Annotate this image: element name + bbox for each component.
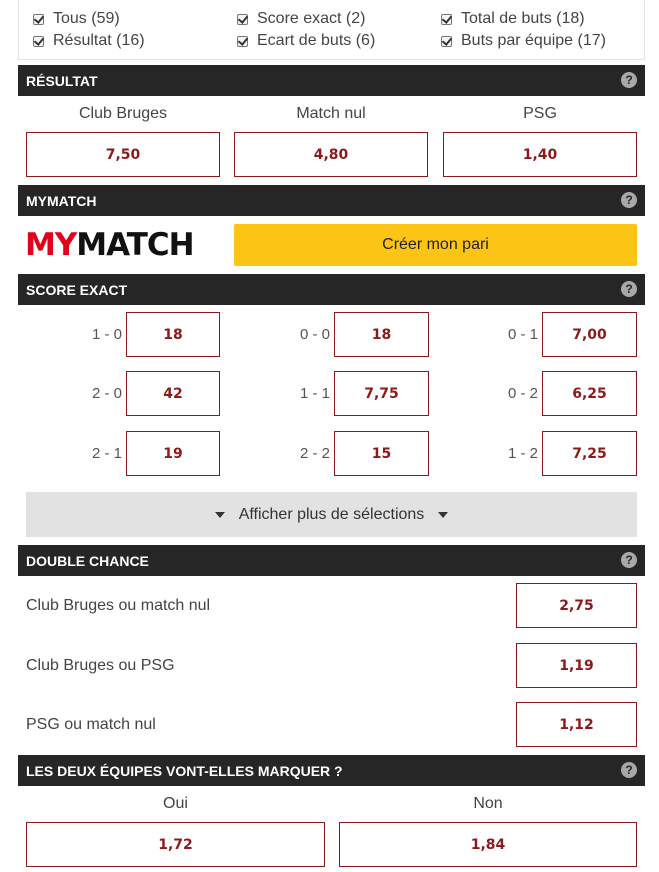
checkbox-checked-icon[interactable] — [33, 35, 44, 47]
odd-button-score[interactable]: 7,00 — [542, 312, 637, 357]
section-header-double-chance[interactable]: DOUBLE CHANCE ? — [18, 545, 645, 576]
score-label: 0 - 1 — [507, 326, 538, 343]
checkbox-checked-icon[interactable] — [441, 35, 452, 47]
section-title: MYMATCH — [26, 192, 97, 209]
show-more-selections-button[interactable]: Afficher plus de sélections — [26, 492, 637, 537]
market-filter-panel: Tous (59) Résultat (16) Score exact (2) … — [18, 0, 645, 60]
score-label: 1 - 0 — [91, 326, 122, 343]
filter-label: Résultat (16) — [53, 32, 145, 49]
help-icon[interactable]: ? — [621, 762, 637, 778]
filter-ecart-de-buts[interactable]: Ecart de buts (6) — [237, 31, 375, 51]
odd-button-score[interactable]: 6,25 — [542, 371, 637, 416]
filter-label: Total de buts (18) — [461, 10, 585, 27]
filter-label: Buts par équipe (17) — [461, 32, 606, 49]
score-label: 2 - 1 — [91, 445, 122, 462]
section-title: RÉSULTAT — [26, 72, 98, 89]
checkbox-checked-icon[interactable] — [237, 13, 248, 25]
help-icon[interactable]: ? — [621, 192, 637, 208]
odd-button-double-chance[interactable]: 1,12 — [516, 702, 637, 747]
odd-button-match-nul[interactable]: 4,80 — [234, 132, 428, 177]
help-icon[interactable]: ? — [621, 552, 637, 568]
score-label: 0 - 0 — [299, 326, 330, 343]
filter-score-exact[interactable]: Score exact (2) — [237, 9, 365, 29]
odd-button-non[interactable]: 1,84 — [339, 822, 637, 867]
section-header-resultat[interactable]: RÉSULTAT ? — [18, 65, 645, 96]
double-chance-label: Club Bruges ou match nul — [26, 597, 211, 614]
odd-button-double-chance[interactable]: 1,19 — [516, 643, 637, 688]
odd-button-score[interactable]: 7,25 — [542, 431, 637, 476]
filter-total-de-buts[interactable]: Total de buts (18) — [441, 9, 585, 29]
checkbox-checked-icon[interactable] — [237, 35, 248, 47]
section-header-score-exact[interactable]: SCORE EXACT ? — [18, 274, 645, 305]
create-bet-button[interactable]: Créer mon pari — [234, 224, 637, 266]
double-chance-label: Club Bruges ou PSG — [26, 657, 175, 674]
help-icon[interactable]: ? — [621, 72, 637, 88]
outcome-label: Match nul — [296, 105, 366, 122]
odd-button-score[interactable]: 15 — [334, 431, 429, 476]
odd-button-club-bruges[interactable]: 7,50 — [26, 132, 220, 177]
double-chance-label: PSG ou match nul — [26, 716, 156, 733]
section-header-btts[interactable]: LES DEUX ÉQUIPES VONT-ELLES MARQUER ? ? — [18, 755, 645, 786]
filter-resultat[interactable]: Résultat (16) — [33, 31, 145, 51]
filter-label: Tous (59) — [53, 10, 120, 27]
filter-label: Ecart de buts (6) — [257, 32, 376, 49]
outcome-label: Club Bruges — [78, 105, 168, 122]
odd-button-oui[interactable]: 1,72 — [26, 822, 325, 867]
section-title: SCORE EXACT — [26, 281, 128, 298]
odd-button-psg[interactable]: 1,40 — [443, 132, 637, 177]
help-icon[interactable]: ? — [621, 281, 637, 297]
btts-label-non: Non — [473, 795, 503, 812]
checkbox-checked-icon[interactable] — [441, 13, 452, 25]
mymatch-logo: MYMATCH — [25, 227, 195, 263]
filter-label: Score exact (2) — [257, 10, 366, 27]
btts-label-oui: Oui — [163, 795, 188, 812]
checkbox-checked-icon[interactable] — [33, 13, 44, 25]
filter-all[interactable]: Tous (59) — [33, 9, 120, 29]
outcome-label: PSG — [523, 105, 557, 122]
odd-button-score[interactable]: 18 — [334, 312, 429, 357]
section-title: DOUBLE CHANCE — [26, 552, 149, 569]
score-label: 2 - 2 — [299, 445, 330, 462]
filter-buts-par-equipe[interactable]: Buts par équipe (17) — [441, 31, 606, 51]
odd-button-score[interactable]: 18 — [126, 312, 220, 357]
score-label: 1 - 2 — [507, 445, 538, 462]
section-title: LES DEUX ÉQUIPES VONT-ELLES MARQUER ? — [26, 762, 343, 779]
odd-button-score[interactable]: 19 — [126, 431, 220, 476]
caret-down-icon — [214, 511, 225, 518]
section-header-mymatch[interactable]: MYMATCH ? — [18, 185, 645, 216]
score-label: 0 - 2 — [507, 385, 538, 402]
score-label: 2 - 0 — [91, 385, 122, 402]
caret-down-icon — [438, 511, 449, 518]
odd-button-score[interactable]: 7,75 — [334, 371, 429, 416]
odd-button-score[interactable]: 42 — [126, 371, 220, 416]
odd-button-double-chance[interactable]: 2,75 — [516, 583, 637, 628]
show-more-label: Afficher plus de sélections — [238, 505, 425, 523]
score-label: 1 - 1 — [299, 385, 330, 402]
